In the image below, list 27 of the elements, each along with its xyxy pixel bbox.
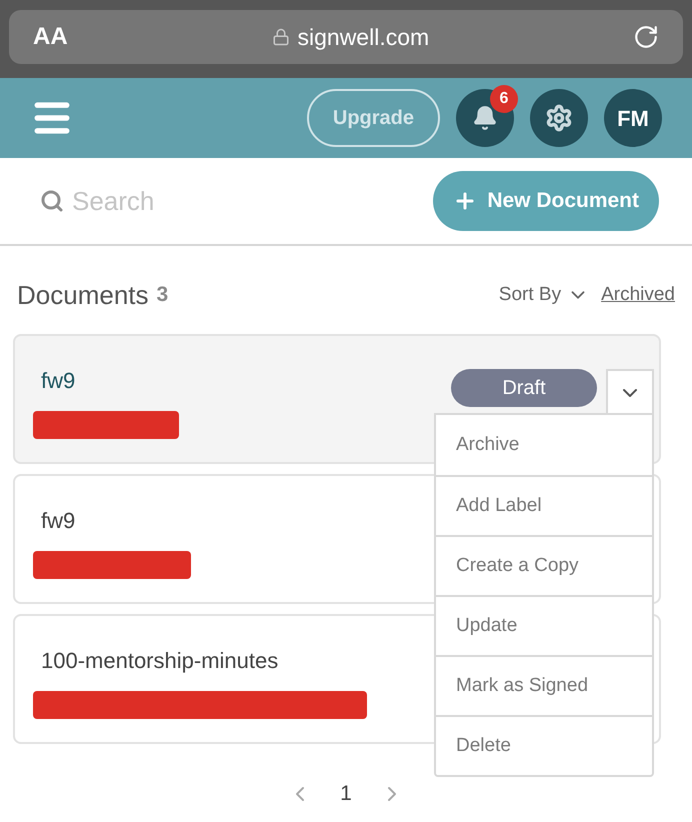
- document-name[interactable]: 100-mentorship-minutes: [41, 644, 278, 677]
- lock-icon: [272, 28, 290, 46]
- menu-item[interactable]: Update: [436, 595, 652, 655]
- menu-item[interactable]: Add Label: [436, 475, 652, 535]
- documents-title: Documents: [17, 278, 148, 312]
- menu-item[interactable]: Archive: [436, 415, 652, 475]
- menu-item[interactable]: Mark as Signed: [436, 655, 652, 715]
- search-icon: [40, 189, 64, 213]
- avatar-button[interactable]: FM: [604, 89, 662, 147]
- bell-icon: [472, 105, 498, 131]
- menu-item[interactable]: Create a Copy: [436, 535, 652, 595]
- text-size-button[interactable]: AA: [33, 19, 68, 55]
- status-badge: Draft: [451, 369, 597, 407]
- archived-link[interactable]: Archived: [601, 280, 675, 310]
- url-text: signwell.com: [298, 22, 430, 52]
- search-field[interactable]: Search: [72, 182, 312, 220]
- settings-icon: [545, 104, 573, 132]
- sort-by-button[interactable]: Sort By: [498, 280, 590, 310]
- menu-item[interactable]: Delete: [436, 715, 652, 775]
- notification-badge: 6: [490, 85, 518, 113]
- documents-count: 3: [156, 282, 168, 308]
- reload-icon[interactable]: [633, 24, 659, 50]
- document-name[interactable]: fw9: [41, 504, 76, 537]
- actions-dropdown-button[interactable]: [606, 369, 654, 415]
- document-name[interactable]: fw9: [41, 364, 76, 397]
- address-bar[interactable]: AA signwell.com: [9, 10, 683, 64]
- page-number[interactable]: 1: [340, 778, 352, 810]
